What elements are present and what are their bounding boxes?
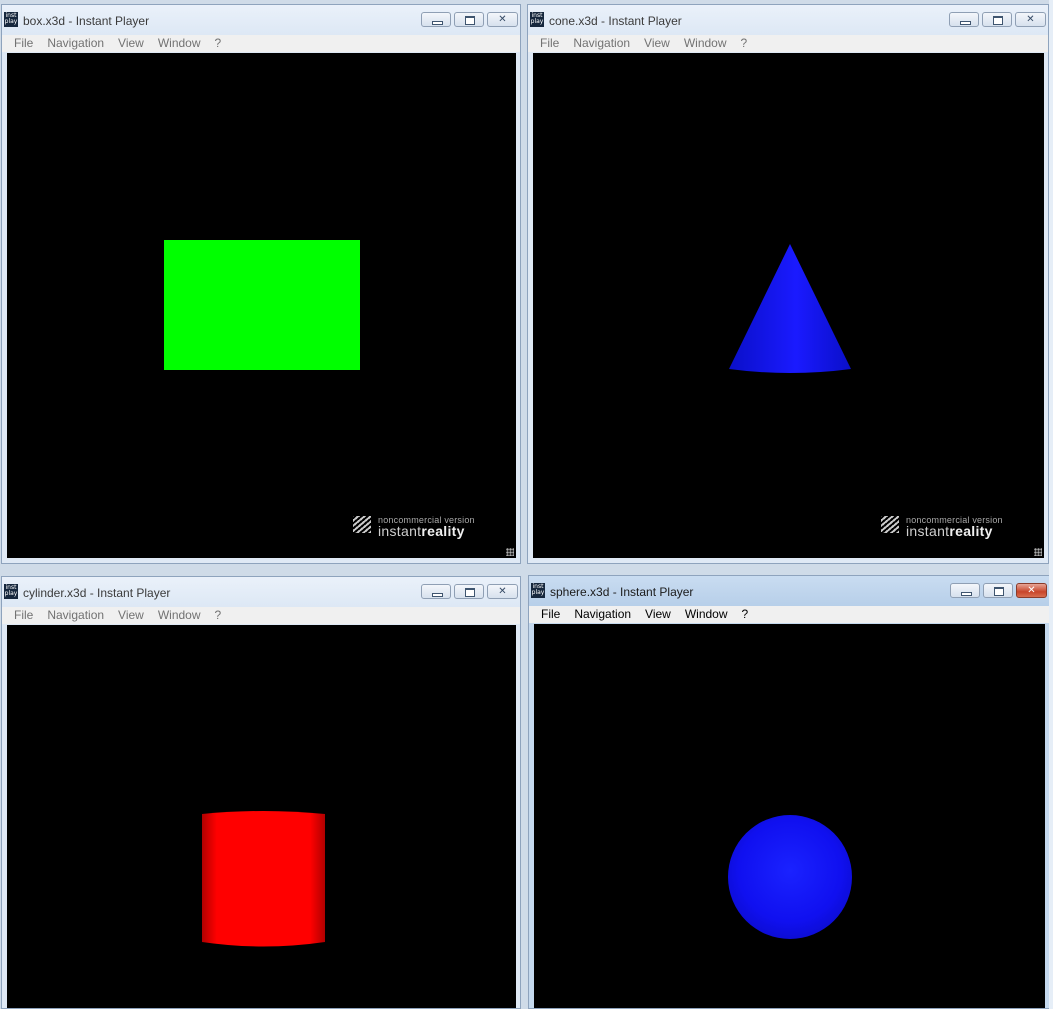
menu-help[interactable]: ? (208, 607, 229, 624)
close-icon[interactable]: ✕ (487, 584, 518, 599)
instant-player-icon[interactable]: inst play (4, 12, 18, 27)
minimize-icon[interactable] (421, 12, 451, 27)
menu-window[interactable]: Window (677, 35, 734, 52)
title-bar[interactable]: inst play box.x3d - Instant Player ✕ (2, 5, 520, 35)
close-icon[interactable]: ✕ (1015, 12, 1046, 27)
menu-navigation[interactable]: Navigation (40, 607, 111, 624)
menu-view[interactable]: View (111, 35, 151, 52)
menu-help[interactable]: ? (735, 606, 756, 623)
menu-navigation[interactable]: Navigation (40, 35, 111, 52)
close-icon[interactable]: ✕ (1016, 583, 1047, 598)
menu-file[interactable]: File (534, 606, 567, 623)
maximize-icon[interactable] (454, 584, 484, 599)
menu-file[interactable]: File (7, 607, 40, 624)
resize-grip[interactable] (506, 548, 514, 556)
menu-file[interactable]: File (533, 35, 566, 52)
instantreality-logo-icon (881, 516, 899, 533)
title-bar[interactable]: inst play cone.x3d - Instant Player ✕ (528, 5, 1048, 35)
menu-bar: File Navigation View Window ? (528, 35, 1048, 52)
green-box-shape (164, 240, 360, 370)
menu-view[interactable]: View (111, 607, 151, 624)
window-sphere[interactable]: inst play sphere.x3d - Instant Player ✕ F… (528, 575, 1050, 1009)
3d-viewport[interactable]: noncommercial version instantreality (7, 53, 516, 558)
window-title: cone.x3d - Instant Player (549, 14, 682, 28)
red-cylinder-shape (202, 811, 325, 947)
menu-bar: File Navigation View Window ? (2, 35, 520, 52)
maximize-icon[interactable] (983, 583, 1013, 598)
watermark-brand: instantreality (906, 523, 993, 539)
blue-cone-shape (729, 244, 851, 373)
minimize-icon[interactable] (950, 583, 980, 598)
menu-view[interactable]: View (637, 35, 677, 52)
instantreality-logo-icon (353, 516, 371, 533)
close-icon[interactable]: ✕ (487, 12, 518, 27)
instantreality-watermark: noncommercial version instantreality (881, 515, 1017, 539)
instant-player-icon[interactable]: inst play (530, 12, 544, 27)
3d-viewport[interactable] (7, 625, 516, 1008)
menu-help[interactable]: ? (208, 35, 229, 52)
instant-player-icon[interactable]: inst play (4, 584, 18, 599)
menu-window[interactable]: Window (151, 35, 208, 52)
window-box[interactable]: inst play box.x3d - Instant Player ✕ File… (1, 4, 521, 564)
maximize-icon[interactable] (982, 12, 1012, 27)
menu-bar: File Navigation View Window ? (529, 606, 1049, 623)
resize-grip[interactable] (1034, 548, 1042, 556)
menu-window[interactable]: Window (151, 607, 208, 624)
menu-bar: File Navigation View Window ? (2, 607, 520, 624)
3d-viewport[interactable]: noncommercial version instantreality (533, 53, 1044, 558)
menu-file[interactable]: File (7, 35, 40, 52)
maximize-icon[interactable] (454, 12, 484, 27)
instantreality-watermark: noncommercial version instantreality (353, 515, 489, 539)
watermark-brand: instantreality (378, 523, 465, 539)
instant-player-icon[interactable]: inst play (531, 583, 545, 598)
title-bar[interactable]: inst play cylinder.x3d - Instant Player ✕ (2, 577, 520, 607)
menu-navigation[interactable]: Navigation (567, 606, 638, 623)
minimize-icon[interactable] (421, 584, 451, 599)
window-title: sphere.x3d - Instant Player (550, 585, 694, 599)
window-cylinder[interactable]: inst play cylinder.x3d - Instant Player ✕… (1, 576, 521, 1009)
window-cone[interactable]: inst play cone.x3d - Instant Player ✕ Fil… (527, 4, 1049, 564)
blue-sphere-shape (728, 815, 852, 939)
title-bar[interactable]: inst play sphere.x3d - Instant Player ✕ (529, 576, 1049, 606)
desktop-edge (1049, 0, 1053, 1009)
menu-view[interactable]: View (638, 606, 678, 623)
minimize-icon[interactable] (949, 12, 979, 27)
window-title: box.x3d - Instant Player (23, 14, 150, 28)
window-title: cylinder.x3d - Instant Player (23, 586, 171, 600)
3d-viewport[interactable] (534, 624, 1045, 1008)
menu-navigation[interactable]: Navigation (566, 35, 637, 52)
menu-help[interactable]: ? (734, 35, 755, 52)
menu-window[interactable]: Window (678, 606, 735, 623)
